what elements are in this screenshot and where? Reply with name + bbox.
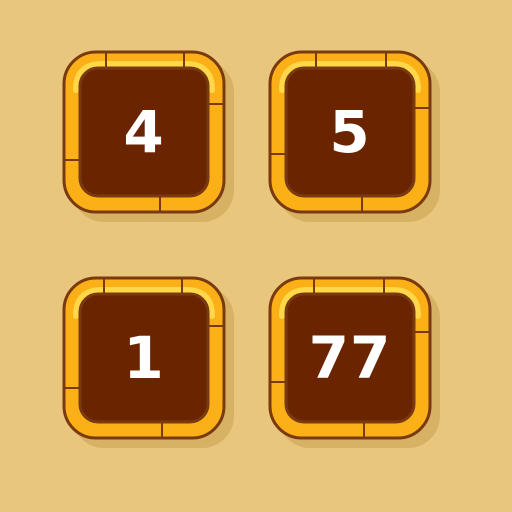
tile-value: 77 xyxy=(308,324,392,392)
number-tile[interactable]: 77 xyxy=(268,276,440,448)
game-board: { "board": { "tiles": [ {"value": "4"}, … xyxy=(0,0,512,512)
tile-value: 1 xyxy=(123,324,165,392)
tile-value: 4 xyxy=(123,98,165,166)
number-tile[interactable]: 4 xyxy=(62,50,234,222)
tile-value: 5 xyxy=(329,98,371,166)
number-tile[interactable]: 5 xyxy=(268,50,440,222)
number-tile[interactable]: 1 xyxy=(62,276,234,448)
